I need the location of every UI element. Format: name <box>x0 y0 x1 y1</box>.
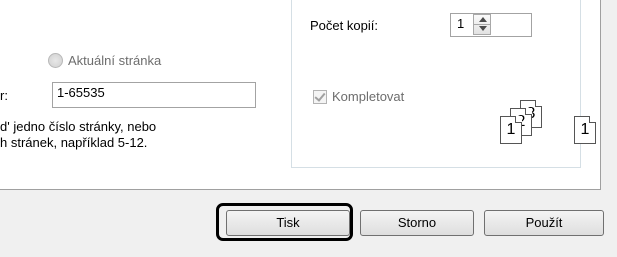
hint-line: d' jedno číslo stránky, nebo <box>0 119 157 134</box>
spinner-divider <box>474 24 490 25</box>
collate-illustration: 3 2 1 1 <box>480 100 600 160</box>
copies-label: Počet kopií: <box>310 18 378 33</box>
spin-up-icon[interactable] <box>479 17 487 22</box>
page-range-input[interactable]: 1-65535 <box>52 82 256 108</box>
panel-border <box>0 189 601 190</box>
collate-option[interactable]: Kompletovat <box>313 89 404 104</box>
copies-spinner[interactable] <box>473 14 491 35</box>
copies-group-border <box>291 167 581 168</box>
copies-input[interactable]: 1 <box>450 13 532 37</box>
current-page-option[interactable]: Aktuální stránka <box>48 50 161 70</box>
hint-line: h stránek, například 5-12. <box>0 135 148 150</box>
page-range-hint: d' jedno číslo stránky, nebo h stránek, … <box>0 119 285 151</box>
current-page-label: Aktuální stránka <box>68 52 162 68</box>
copies-group-border <box>291 0 292 167</box>
cancel-button[interactable]: Storno <box>360 210 474 236</box>
panel-border <box>600 0 601 189</box>
current-page-radio[interactable] <box>48 52 63 68</box>
collate-checkbox[interactable] <box>313 89 327 104</box>
page-icon: 1 <box>500 116 522 144</box>
page-icon: 1 <box>574 116 596 144</box>
print-button-highlight <box>216 203 353 241</box>
collate-label: Kompletovat <box>332 89 405 104</box>
page-range-label: r: <box>0 88 8 103</box>
spin-down-icon[interactable] <box>479 26 487 31</box>
apply-button[interactable]: Použít <box>484 210 604 236</box>
